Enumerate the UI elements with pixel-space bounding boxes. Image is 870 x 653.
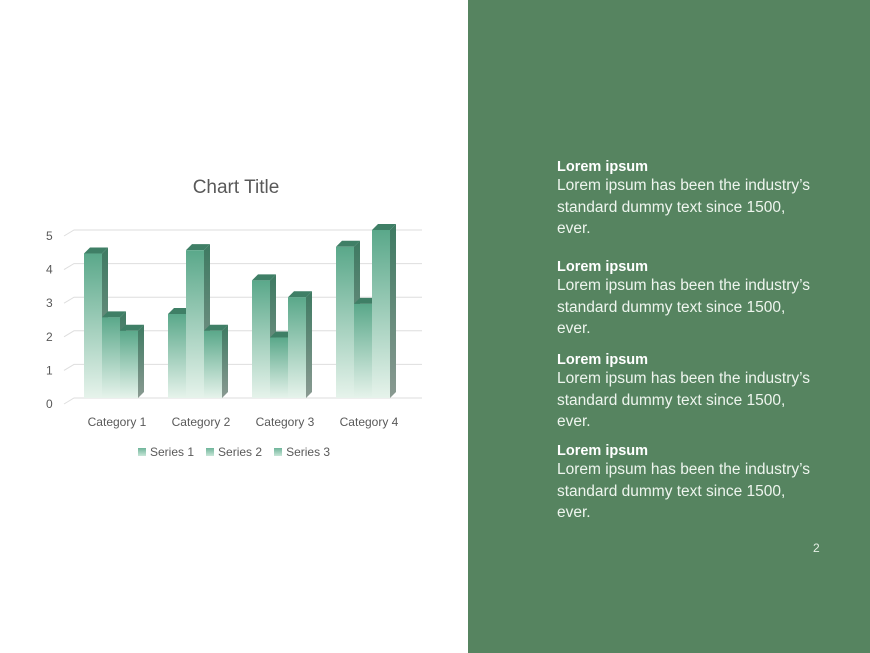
y-tick-label: 0	[46, 397, 53, 411]
bar-face	[102, 317, 120, 398]
slide: Chart Title 0 1 2 3 4 5 Category 1 Category 2 Ca…	[0, 0, 870, 653]
text-block-heading: Lorem ipsum	[557, 259, 649, 275]
legend-swatch	[206, 448, 215, 456]
bar-face	[168, 314, 186, 398]
bar-face	[270, 337, 288, 398]
y-tick-label: 2	[46, 330, 53, 344]
y-tick-label: 4	[46, 263, 53, 277]
chart-area: Chart Title 0 1 2 3 4 5 Category 1 Category 2 Ca…	[0, 0, 468, 653]
bar-side	[306, 291, 312, 398]
bar-face	[336, 246, 354, 398]
gridline	[63, 397, 422, 405]
bar-face	[84, 253, 102, 398]
y-tick-label: 5	[46, 229, 53, 243]
bar	[288, 291, 312, 398]
legend-item: Series 1	[138, 445, 194, 459]
bar-face	[354, 303, 372, 398]
page-number: 2	[813, 541, 820, 555]
bar-face	[120, 330, 138, 398]
bar-face	[372, 230, 390, 398]
legend-item: Series 3	[274, 445, 330, 459]
gridline	[63, 229, 422, 237]
bar-face	[288, 297, 306, 398]
bar-side	[390, 224, 396, 398]
text-block-body: Lorem ipsum has been the industry’s stan…	[557, 277, 811, 337]
bar-side	[222, 324, 228, 398]
bar	[120, 324, 144, 398]
text-block-body: Lorem ipsum has been the industry’s stan…	[557, 177, 811, 237]
chart-legend: Series 1 Series 2 Series 3	[138, 445, 330, 459]
x-tick-label: Category 3	[256, 415, 315, 429]
text-block-body: Lorem ipsum has been the industry’s stan…	[557, 370, 811, 430]
text-block: Lorem ipsum Lorem ipsum has been the ind…	[557, 443, 817, 524]
bar-face	[204, 330, 222, 398]
legend-swatch	[274, 448, 283, 456]
text-block-body: Lorem ipsum has been the industry’s stan…	[557, 461, 811, 521]
legend-label: Series 2	[218, 445, 263, 459]
y-tick-label: 3	[46, 296, 53, 310]
y-tick-label: 1	[46, 363, 53, 377]
text-block-heading: Lorem ipsum	[557, 352, 649, 368]
x-tick-label: Category 4	[340, 415, 399, 429]
bar-side	[138, 324, 144, 398]
legend-label: Series 3	[286, 445, 331, 459]
bar	[204, 324, 228, 398]
bar-face	[186, 250, 204, 398]
text-block-heading: Lorem ipsum	[557, 159, 649, 175]
legend-item: Series 2	[206, 445, 262, 459]
text-block: Lorem ipsum Lorem ipsum has been the ind…	[557, 352, 817, 433]
legend-swatch	[138, 448, 146, 456]
bar	[372, 224, 396, 398]
text-block: Lorem ipsum Lorem ipsum has been the ind…	[557, 159, 817, 240]
text-block-heading: Lorem ipsum	[557, 443, 649, 459]
bar-face	[252, 280, 270, 398]
legend-label: Series 1	[150, 445, 195, 459]
x-tick-label: Category 1	[88, 415, 147, 429]
x-tick-label: Category 2	[172, 415, 231, 429]
text-block: Lorem ipsum Lorem ipsum has been the ind…	[557, 259, 817, 340]
gridline	[63, 263, 422, 271]
column-chart: 0 1 2 3 4 5 Category 1 Category 2 Category 3 Cate…	[46, 224, 422, 429]
